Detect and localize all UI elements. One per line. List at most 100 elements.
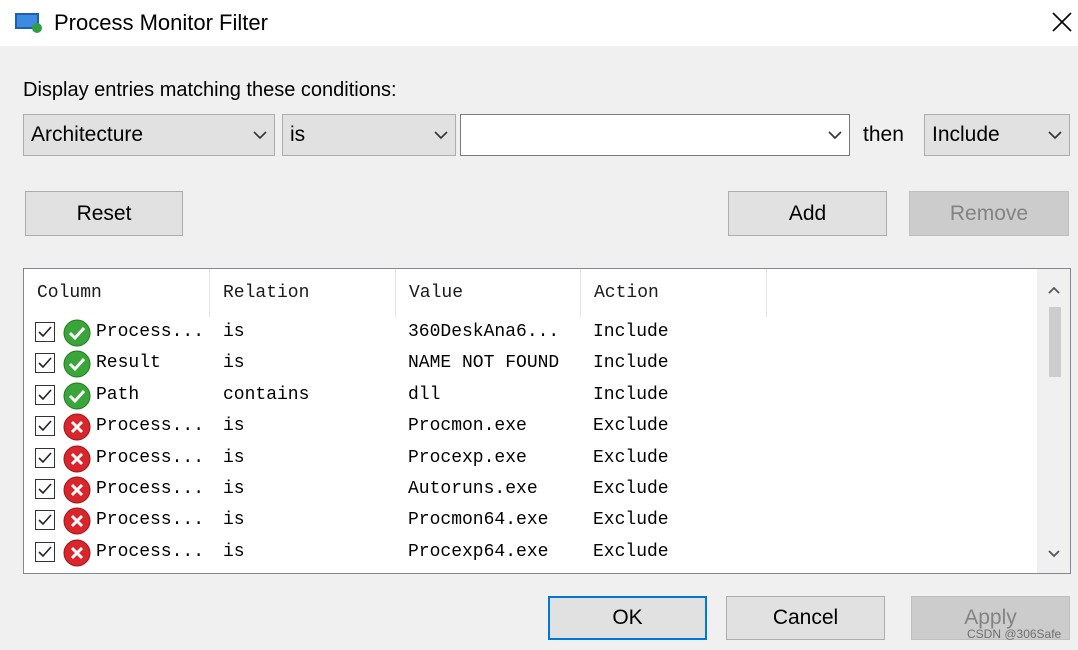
column-header-relation[interactable]: Relation bbox=[210, 269, 396, 317]
scroll-down-button[interactable] bbox=[1037, 537, 1070, 571]
close-icon bbox=[1052, 12, 1072, 32]
chevron-down-icon bbox=[828, 131, 842, 140]
row-value: Procmon64.exe bbox=[408, 510, 549, 530]
row-column: Process... bbox=[96, 448, 205, 468]
table-row[interactable]: Path contains dll Include bbox=[24, 380, 1036, 411]
checkmark-icon bbox=[38, 326, 52, 338]
row-checkbox[interactable] bbox=[35, 510, 55, 530]
row-relation: is bbox=[223, 448, 245, 468]
value-combo[interactable] bbox=[460, 114, 850, 156]
table-row[interactable]: Process... is 360DeskAna6... Include bbox=[24, 317, 1036, 348]
list-header: Column Relation Value Action bbox=[24, 269, 1036, 317]
action-select[interactable]: Include bbox=[924, 114, 1070, 156]
table-row[interactable]: Process... is Procexp.exe Exclude bbox=[24, 443, 1036, 474]
checkmark-icon bbox=[38, 452, 52, 464]
checkmark-icon bbox=[38, 514, 52, 526]
row-checkbox[interactable] bbox=[35, 479, 55, 499]
relation-select-value: is bbox=[290, 123, 306, 146]
row-action: Include bbox=[593, 353, 669, 373]
checkmark-icon bbox=[38, 546, 52, 558]
row-action: Exclude bbox=[593, 510, 669, 530]
row-column: Process... bbox=[96, 322, 205, 342]
table-row[interactable]: Process... is Procexp64.exe Exclude bbox=[24, 537, 1036, 568]
close-button[interactable] bbox=[1046, 6, 1078, 38]
row-value: Procexp.exe bbox=[408, 448, 527, 468]
green-check-circle-icon bbox=[63, 382, 91, 410]
red-x-circle-icon bbox=[63, 507, 91, 535]
row-checkbox[interactable] bbox=[35, 542, 55, 562]
row-checkbox[interactable] bbox=[35, 322, 55, 342]
add-button[interactable]: Add bbox=[728, 191, 887, 236]
row-relation: is bbox=[223, 322, 245, 342]
table-row[interactable]: Process... is Autoruns.exe Exclude bbox=[24, 474, 1036, 505]
row-action: Include bbox=[593, 322, 669, 342]
row-column: Result bbox=[96, 353, 161, 373]
chevron-down-icon bbox=[434, 131, 448, 140]
process-monitor-app-icon bbox=[15, 13, 42, 33]
column-header-action[interactable]: Action bbox=[581, 269, 767, 317]
checkmark-icon bbox=[38, 420, 52, 432]
column-header-value[interactable]: Value bbox=[396, 269, 581, 317]
column-select-value: Architecture bbox=[31, 123, 144, 146]
row-action: Exclude bbox=[593, 416, 669, 436]
row-checkbox[interactable] bbox=[35, 416, 55, 436]
vertical-scrollbar[interactable] bbox=[1037, 269, 1070, 573]
watermark: CSDN @306Safe bbox=[967, 627, 1062, 641]
table-row[interactable]: Process... is Procmon64.exe Exclude bbox=[24, 505, 1036, 536]
row-column: Process... bbox=[96, 510, 205, 530]
chevron-up-icon bbox=[1047, 286, 1060, 294]
green-check-circle-icon bbox=[63, 350, 91, 378]
remove-button[interactable]: Remove bbox=[909, 191, 1069, 236]
row-column: Process... bbox=[96, 416, 205, 436]
row-action: Include bbox=[593, 385, 669, 405]
row-column: Process... bbox=[96, 479, 205, 499]
cancel-button[interactable]: Cancel bbox=[726, 596, 885, 640]
table-row[interactable]: Result is NAME NOT FOUND Include bbox=[24, 348, 1036, 379]
row-value: dll bbox=[408, 385, 441, 405]
red-x-circle-icon bbox=[63, 539, 91, 567]
row-relation: contains bbox=[223, 385, 310, 405]
ok-button[interactable]: OK bbox=[548, 596, 707, 640]
reset-button[interactable]: Reset bbox=[25, 191, 183, 236]
row-value: Procexp64.exe bbox=[408, 542, 549, 562]
row-column: Process... bbox=[96, 542, 205, 562]
row-relation: is bbox=[223, 353, 245, 373]
row-action: Exclude bbox=[593, 479, 669, 499]
row-value: Procmon.exe bbox=[408, 416, 527, 436]
row-relation: is bbox=[223, 510, 245, 530]
row-action: Exclude bbox=[593, 448, 669, 468]
red-x-circle-icon bbox=[63, 413, 91, 441]
scroll-up-button[interactable] bbox=[1037, 273, 1070, 307]
window-title: Process Monitor Filter bbox=[54, 10, 268, 35]
chevron-down-icon bbox=[253, 131, 267, 140]
chevron-down-icon bbox=[1048, 131, 1062, 140]
scroll-thumb[interactable] bbox=[1049, 307, 1061, 377]
checkmark-icon bbox=[38, 389, 52, 401]
row-checkbox[interactable] bbox=[35, 385, 55, 405]
row-checkbox[interactable] bbox=[35, 448, 55, 468]
title-bar: Process Monitor Filter bbox=[0, 0, 1078, 46]
row-relation: is bbox=[223, 479, 245, 499]
filter-list[interactable]: Column Relation Value Action Process... i… bbox=[23, 268, 1071, 574]
row-value: NAME NOT FOUND bbox=[408, 353, 560, 373]
row-column: Path bbox=[96, 385, 140, 405]
chevron-down-icon bbox=[1047, 550, 1060, 558]
table-row[interactable]: Process... is Procmon.exe Exclude bbox=[24, 411, 1036, 442]
checkmark-icon bbox=[38, 357, 52, 369]
row-value: Autoruns.exe bbox=[408, 479, 538, 499]
row-relation: is bbox=[223, 416, 245, 436]
action-select-value: Include bbox=[932, 123, 1000, 146]
row-value: 360DeskAna6... bbox=[408, 322, 560, 342]
checkmark-icon bbox=[38, 483, 52, 495]
row-relation: is bbox=[223, 542, 245, 562]
then-label: then bbox=[863, 123, 904, 146]
column-select[interactable]: Architecture bbox=[23, 114, 275, 156]
red-x-circle-icon bbox=[63, 476, 91, 504]
red-x-circle-icon bbox=[63, 445, 91, 473]
row-action: Exclude bbox=[593, 542, 669, 562]
column-header-column[interactable]: Column bbox=[24, 269, 210, 317]
row-checkbox[interactable] bbox=[35, 353, 55, 373]
green-check-circle-icon bbox=[63, 319, 91, 347]
relation-select[interactable]: is bbox=[282, 114, 456, 156]
conditions-prompt: Display entries matching these condition… bbox=[23, 79, 397, 101]
